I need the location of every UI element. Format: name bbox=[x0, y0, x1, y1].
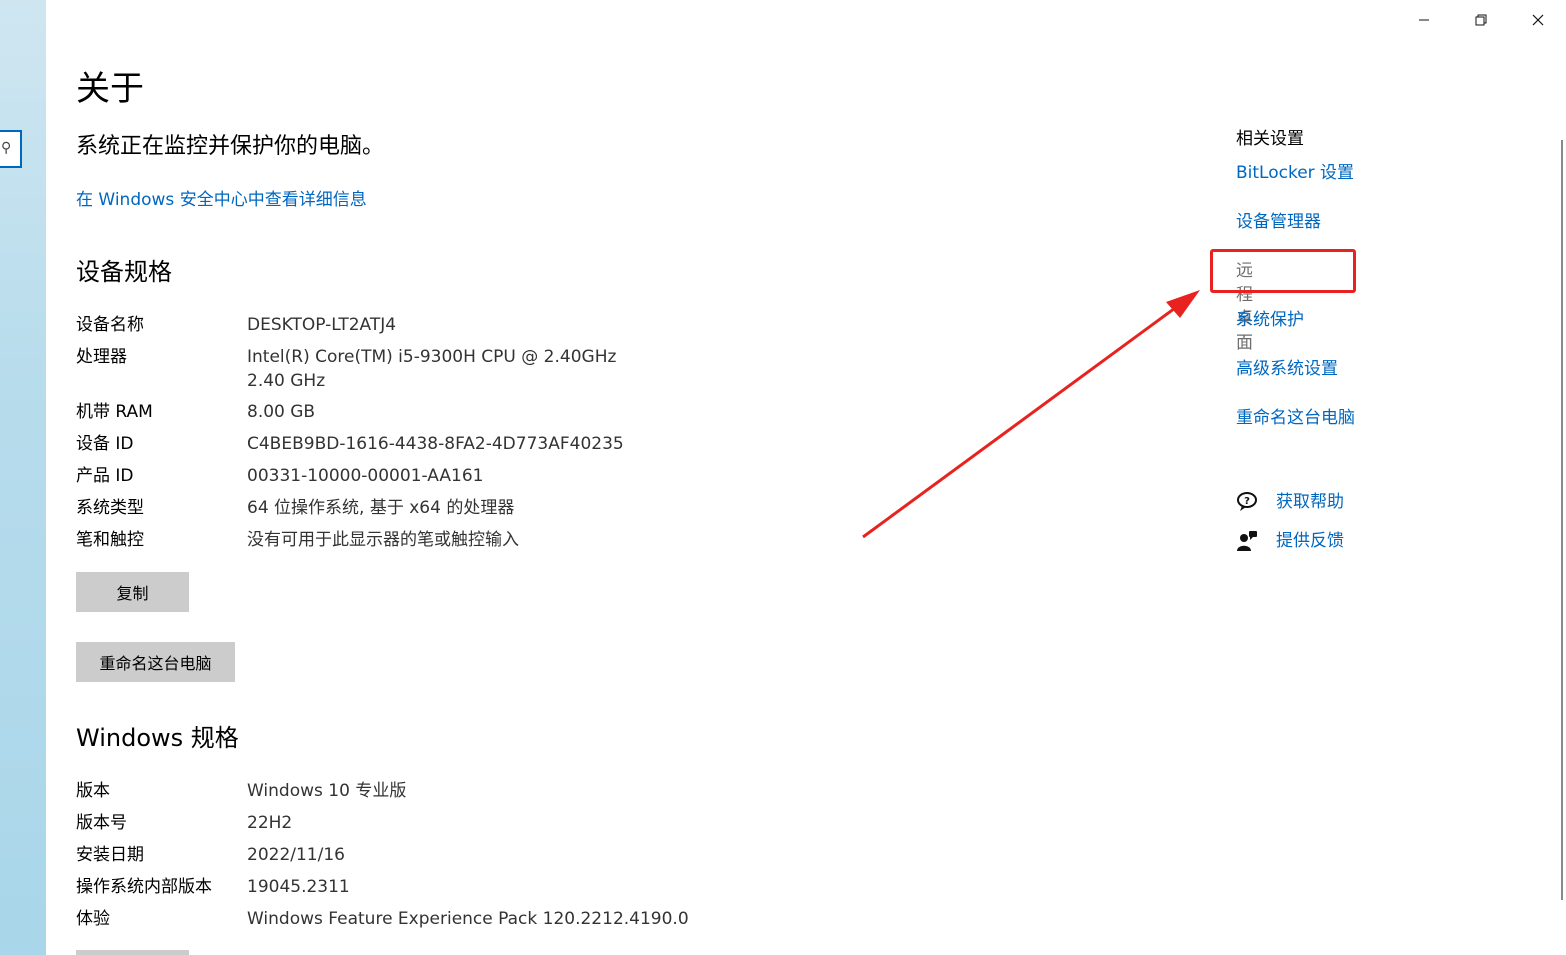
copy-windows-specs-button[interactable] bbox=[76, 950, 189, 955]
annotation-highlight-box bbox=[1210, 249, 1356, 293]
spec-value: 没有可用于此显示器的笔或触控输入 bbox=[247, 530, 519, 550]
spec-label: 产品 ID bbox=[76, 466, 134, 486]
spec-value: C4BEB9BD-1616-4438-8FA2-4D773AF40235 bbox=[247, 434, 624, 454]
spec-value: Windows Feature Experience Pack 120.2212… bbox=[247, 909, 689, 929]
spec-label: 笔和触控 bbox=[76, 530, 144, 550]
spec-value: Windows 10 专业版 bbox=[247, 781, 407, 801]
spec-label: 版本 bbox=[76, 781, 110, 801]
background-strip: ⚲ bbox=[0, 0, 46, 955]
spec-label: 体验 bbox=[76, 909, 110, 929]
rename-pc-button[interactable]: 重命名这台电脑 bbox=[76, 642, 235, 682]
search-icon: ⚲ bbox=[1, 140, 12, 156]
rename-pc-link[interactable]: 重命名这台电脑 bbox=[1236, 406, 1355, 430]
spec-value: 19045.2311 bbox=[247, 877, 350, 897]
protection-status: 系统正在监控并保护你的电脑。 bbox=[76, 134, 385, 159]
feedback-person-icon bbox=[1237, 531, 1257, 551]
svg-text:?: ? bbox=[1244, 496, 1250, 507]
window-controls bbox=[1395, 0, 1566, 40]
spec-value: 00331-10000-00001-AA161 bbox=[247, 466, 484, 486]
spec-label: 版本号 bbox=[76, 813, 127, 833]
help-chat-icon: ? bbox=[1237, 492, 1257, 511]
spec-label: 操作系统内部版本 bbox=[76, 877, 212, 897]
spec-value: DESKTOP-LT2ATJ4 bbox=[247, 315, 397, 335]
restore-icon[interactable] bbox=[1452, 0, 1509, 40]
copy-button[interactable]: 复制 bbox=[76, 572, 189, 612]
windows-specs-heading: Windows 规格 bbox=[76, 724, 239, 752]
scrollbar[interactable] bbox=[1561, 140, 1563, 900]
device-specs-heading: 设备规格 bbox=[76, 258, 172, 286]
spec-label: 设备名称 bbox=[76, 315, 144, 335]
spec-label: 处理器 bbox=[76, 347, 127, 367]
spec-value: 22H2 bbox=[247, 813, 293, 833]
spec-value: 8.00 GB bbox=[247, 402, 316, 422]
advanced-system-settings-link[interactable]: 高级系统设置 bbox=[1236, 357, 1338, 381]
give-feedback-label: 提供反馈 bbox=[1276, 531, 1344, 551]
close-icon[interactable] bbox=[1509, 0, 1566, 40]
security-center-link[interactable]: 在 Windows 安全中心中查看详细信息 bbox=[76, 187, 367, 213]
spec-value: Intel(R) Core(TM) i5-9300H CPU @ 2.40GHz… bbox=[247, 347, 617, 391]
spec-value: 64 位操作系统, 基于 x64 的处理器 bbox=[247, 498, 515, 518]
spec-label: 设备 ID bbox=[76, 434, 134, 454]
spec-label: 安装日期 bbox=[76, 845, 144, 865]
spec-value: 2022/11/16 bbox=[247, 845, 345, 865]
get-help-label: 获取帮助 bbox=[1276, 492, 1344, 512]
bitlocker-settings-link[interactable]: BitLocker 设置 bbox=[1236, 161, 1354, 185]
minimize-icon[interactable] bbox=[1395, 0, 1452, 40]
system-protection-link[interactable]: 系统保护 bbox=[1236, 308, 1304, 332]
spec-label: 机带 RAM bbox=[76, 402, 153, 422]
page-title: 关于 bbox=[76, 69, 144, 109]
spec-label: 系统类型 bbox=[76, 498, 144, 518]
device-manager-link[interactable]: 设备管理器 bbox=[1236, 210, 1321, 234]
related-settings-heading: 相关设置 bbox=[1236, 129, 1304, 149]
search-box[interactable]: ⚲ bbox=[0, 130, 22, 168]
